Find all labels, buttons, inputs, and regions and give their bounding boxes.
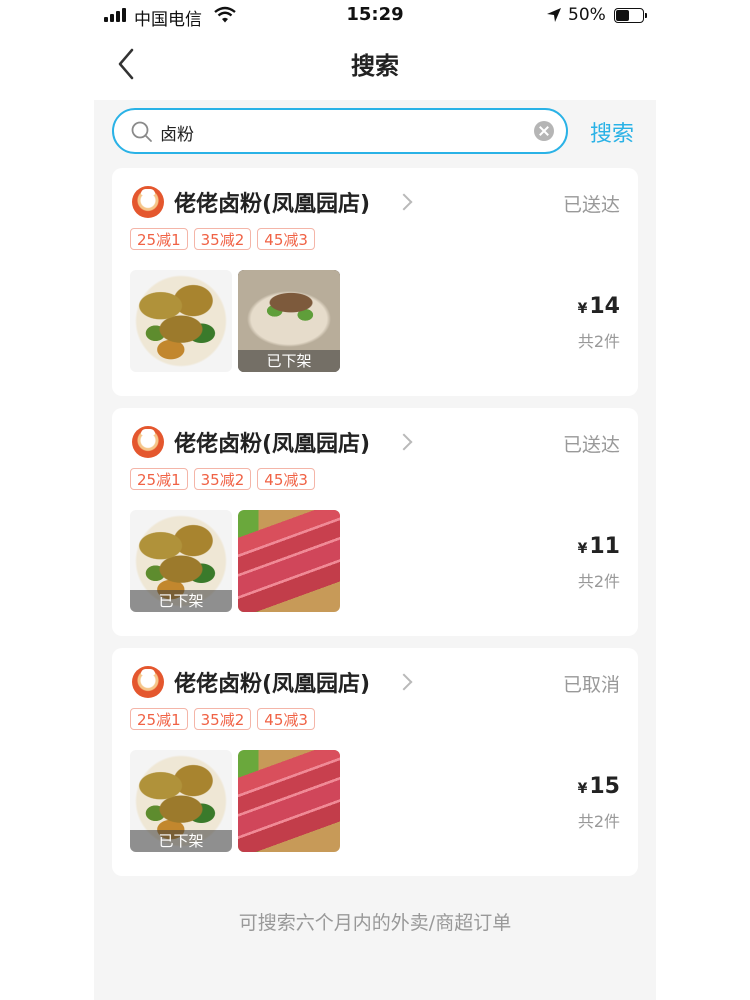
- promo-tag: 25减1: [130, 468, 188, 490]
- shop-name[interactable]: 佬佬卤粉(凤凰园店): [174, 186, 370, 218]
- order-card[interactable]: 佬佬卤粉(凤凰园店) 已送达 25减1 35减2 45减3 已下架 ¥11 共2…: [112, 408, 638, 636]
- item-thumbnail[interactable]: [130, 270, 232, 372]
- price-value: 11: [589, 534, 620, 559]
- order-card[interactable]: 佬佬卤粉(凤凰园店) 已送达 25减1 35减2 45减3 已下架 ¥14 共2…: [112, 168, 638, 396]
- page-title: 搜索: [351, 52, 399, 80]
- search-icon: [130, 120, 154, 148]
- promo-tag: 25减1: [130, 228, 188, 250]
- item-thumbnail[interactable]: 已下架: [130, 510, 232, 612]
- promo-tag: 35减2: [193, 228, 252, 250]
- promo-tag: 45减3: [257, 708, 315, 730]
- item-count: 共2件: [577, 332, 620, 351]
- search-button[interactable]: 搜索: [590, 116, 634, 148]
- delisted-badge: 已下架: [130, 590, 232, 612]
- promo-tag: 35减2: [193, 708, 252, 730]
- location-arrow-icon: [546, 7, 562, 27]
- currency-symbol: ¥: [577, 541, 588, 557]
- promo-tags: 25减1 35减2 45减3: [130, 708, 315, 730]
- item-thumbnail[interactable]: [238, 510, 340, 612]
- chevron-right-icon: [395, 673, 413, 691]
- price-value: 15: [589, 774, 620, 799]
- clear-search-icon[interactable]: [534, 121, 554, 141]
- chevron-right-icon: [395, 433, 413, 451]
- search-bar[interactable]: [112, 108, 568, 154]
- order-price: ¥15: [578, 774, 620, 799]
- item-thumbnail[interactable]: 已下架: [130, 750, 232, 852]
- shop-logo: [132, 666, 164, 698]
- promo-tag: 45减3: [257, 468, 315, 490]
- search-input[interactable]: [160, 118, 530, 146]
- phone-screen: 中国电信 15:29 50% 搜索 搜索 佬佬卤粉(凤凰园店) 已送达: [94, 0, 656, 1000]
- shop-name[interactable]: 佬佬卤粉(凤凰园店): [174, 666, 370, 698]
- delisted-badge: 已下架: [238, 350, 340, 372]
- order-card[interactable]: 佬佬卤粉(凤凰园店) 已取消 25减1 35减2 45减3 已下架 ¥15 共2…: [112, 648, 638, 876]
- price-value: 14: [589, 294, 620, 319]
- order-price: ¥11: [578, 534, 620, 559]
- battery-percent: 50%: [568, 5, 606, 25]
- promo-tag: 35减2: [193, 468, 252, 490]
- promo-tag: 25减1: [130, 708, 188, 730]
- sausage-image: [238, 750, 340, 852]
- promo-tags: 25减1 35减2 45减3: [130, 468, 315, 490]
- order-price: ¥14: [578, 294, 620, 319]
- item-thumbnail[interactable]: 已下架: [238, 270, 340, 372]
- shop-logo: [132, 186, 164, 218]
- item-count: 共2件: [577, 812, 620, 831]
- currency-symbol: ¥: [577, 781, 588, 797]
- status-bar: 中国电信 15:29 50%: [94, 0, 656, 32]
- braised-meat-image: [130, 270, 232, 372]
- order-status: 已送达: [562, 194, 620, 216]
- promo-tag: 45减3: [257, 228, 315, 250]
- sausage-image: [238, 510, 340, 612]
- battery-icon: [614, 8, 647, 23]
- chevron-right-icon: [395, 193, 413, 211]
- item-thumbnail[interactable]: [238, 750, 340, 852]
- currency-symbol: ¥: [577, 301, 588, 317]
- order-status: 已送达: [562, 434, 620, 456]
- order-status: 已取消: [562, 674, 620, 696]
- delisted-badge: 已下架: [130, 830, 232, 852]
- shop-name[interactable]: 佬佬卤粉(凤凰园店): [174, 426, 370, 458]
- promo-tags: 25减1 35减2 45减3: [130, 228, 315, 250]
- search-range-note: 可搜索六个月内的外卖/商超订单: [238, 912, 512, 934]
- item-count: 共2件: [577, 572, 620, 591]
- shop-logo: [132, 426, 164, 458]
